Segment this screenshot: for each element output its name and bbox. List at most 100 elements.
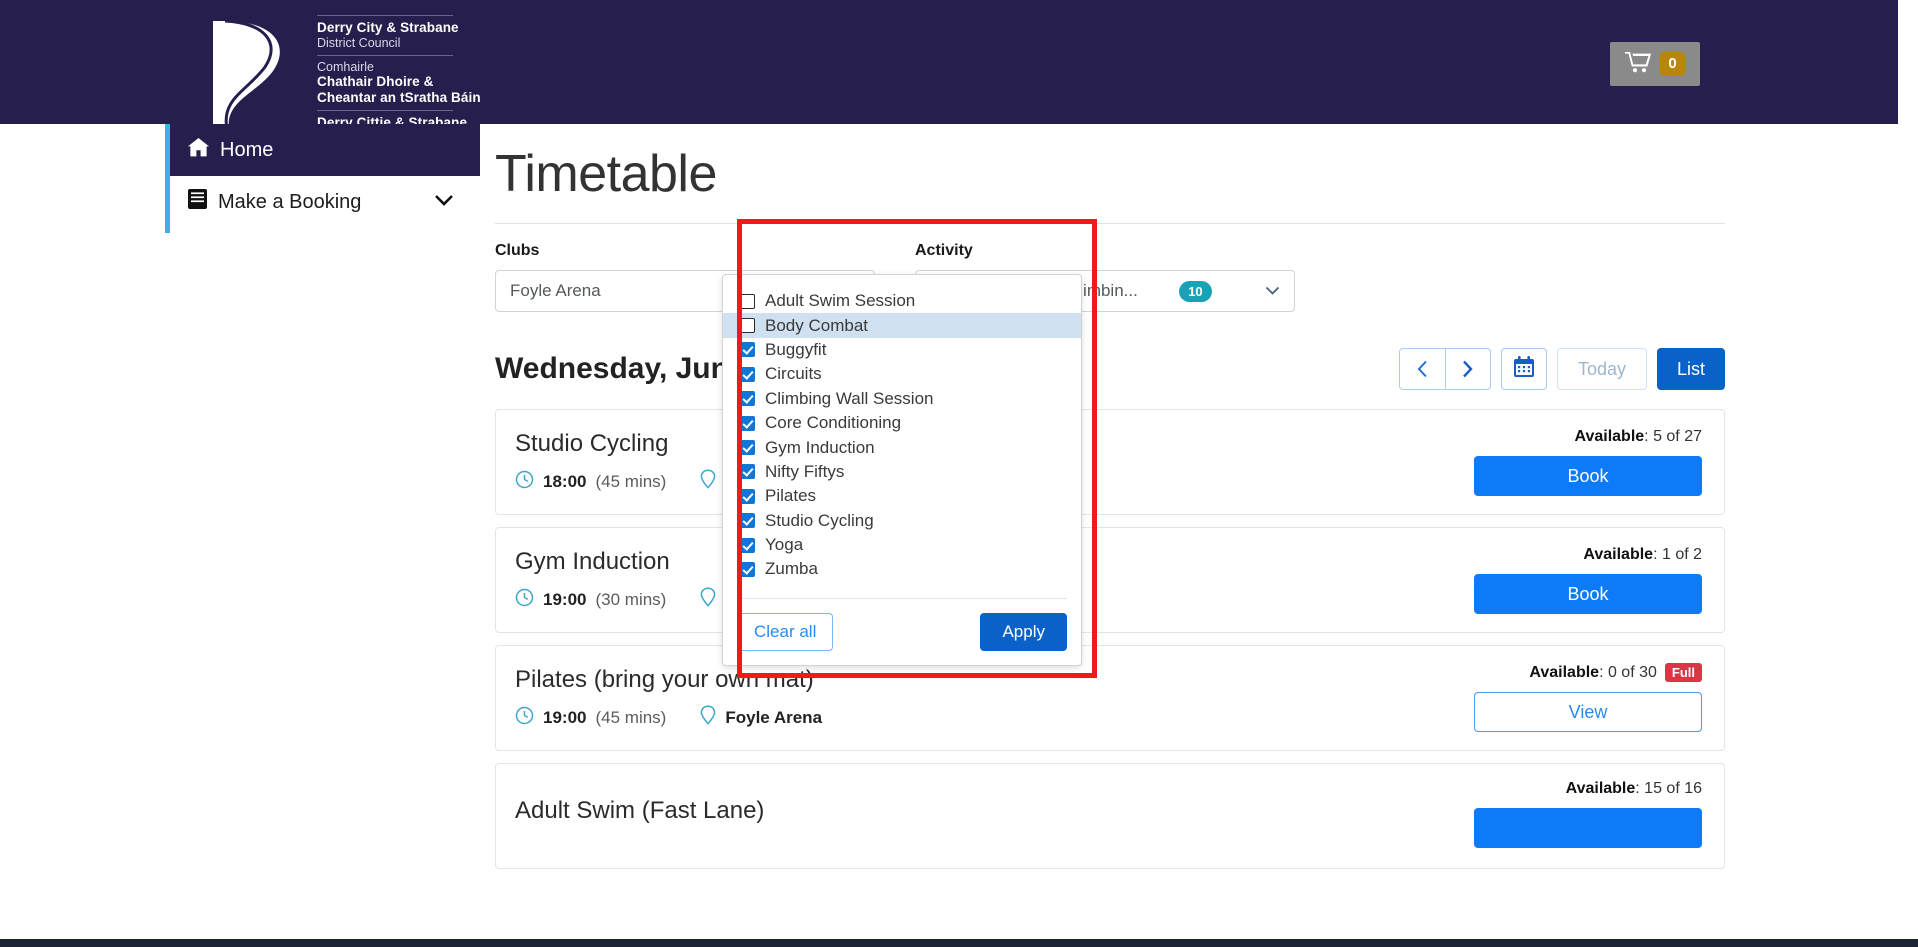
- activity-option[interactable]: Adult Swim Session: [723, 289, 1081, 313]
- availability-colon: :: [1599, 664, 1608, 681]
- activity-option[interactable]: Core Conditioning: [723, 411, 1081, 435]
- availability-colon: :: [1635, 779, 1645, 797]
- checkbox-icon[interactable]: [740, 488, 755, 504]
- activity-option-label: Adult Swim Session: [765, 291, 916, 311]
- next-day-button[interactable]: [1444, 348, 1491, 390]
- header-right-filler: [1898, 0, 1918, 124]
- activity-option-label: Core Conditioning: [765, 413, 902, 433]
- session-time-value: 18:00: [543, 471, 587, 491]
- date-navigation-row: Wednesday, June 28th 20 Today List: [495, 345, 1725, 393]
- previous-day-button[interactable]: [1398, 348, 1445, 390]
- chevron-down-icon: [1265, 283, 1280, 300]
- availability-colon: :: [1653, 546, 1662, 563]
- date-controls: Today List: [1398, 348, 1725, 390]
- sidebar-item-home[interactable]: Home: [165, 124, 480, 176]
- location-pin-icon: [700, 469, 716, 494]
- logo-line2-small: Comhairle: [317, 59, 374, 74]
- location-pin-icon: [700, 587, 716, 612]
- activity-option-label: Gym Induction: [765, 437, 875, 457]
- session-duration: (30 mins): [595, 589, 667, 609]
- sidebar-item-make-a-booking[interactable]: Make a Booking: [165, 176, 480, 228]
- availability-text: Available: 1 of 2: [1470, 546, 1702, 564]
- clear-all-button[interactable]: Clear all: [737, 612, 834, 651]
- checkbox-icon[interactable]: [740, 464, 755, 480]
- activity-option[interactable]: Circuits: [723, 362, 1081, 386]
- chevron-down-icon[interactable]: [434, 192, 454, 212]
- date-pager: [1398, 348, 1491, 390]
- availability-value: 15 of 16: [1644, 779, 1702, 797]
- activity-option[interactable]: Nifty Fiftys: [723, 460, 1081, 484]
- activity-option[interactable]: Pilates: [723, 484, 1081, 508]
- logo-rule-mid: [317, 54, 453, 56]
- checkbox-icon[interactable]: [740, 366, 755, 382]
- checkbox-icon[interactable]: [740, 342, 755, 358]
- checkbox-icon[interactable]: [740, 391, 755, 407]
- session-card[interactable]: Pilates (bring your own mat) 19:00 (45 m…: [495, 645, 1725, 751]
- view-button[interactable]: View: [1474, 692, 1702, 732]
- activity-option[interactable]: Gym Induction: [723, 435, 1081, 459]
- calendar-picker-button[interactable]: [1500, 348, 1547, 390]
- activity-option-label: Body Combat: [765, 315, 868, 335]
- logo-rule-top: [317, 15, 453, 16]
- home-icon: [188, 137, 209, 163]
- session-card[interactable]: Gym Induction 19:00 (30 mins) Available:…: [495, 527, 1725, 633]
- availability-value: 0 of 30: [1607, 664, 1657, 681]
- session-card[interactable]: Studio Cycling 18:00 (45 mins) Available…: [495, 409, 1725, 515]
- availability-value: 1 of 2: [1661, 546, 1702, 563]
- book-button[interactable]: Book: [1474, 574, 1702, 614]
- session-time-value: 19:00: [543, 707, 587, 727]
- clock-icon: [515, 706, 534, 730]
- list-view-button[interactable]: List: [1656, 348, 1725, 390]
- activity-dropdown-footer: Clear all Apply: [737, 597, 1067, 665]
- filter-row: Clubs Foyle Arena Activity Buggyfit, Cir…: [495, 242, 1725, 312]
- cart-button[interactable]: 0: [1610, 42, 1700, 86]
- status-badge-full: Full: [1664, 663, 1702, 682]
- checkbox-icon[interactable]: [740, 513, 755, 529]
- session-venue: Foyle Arena: [700, 705, 822, 730]
- availability-label: Available: [1583, 546, 1654, 563]
- sidebar-accent-bar: [165, 124, 170, 233]
- activity-option[interactable]: Zumba: [723, 557, 1081, 581]
- activity-option-label: Climbing Wall Session: [765, 388, 934, 408]
- activity-option[interactable]: Climbing Wall Session: [723, 387, 1081, 411]
- checkbox-icon[interactable]: [740, 440, 755, 456]
- activity-option[interactable]: Body Combat: [723, 313, 1081, 338]
- left-white-gutter: [0, 124, 165, 939]
- book-button[interactable]: [1474, 807, 1702, 848]
- activity-option[interactable]: Yoga: [723, 533, 1081, 557]
- clock-icon: [515, 470, 534, 494]
- session-meta: 19:00 (45 mins) Foyle Arena: [515, 705, 822, 730]
- clubs-select-value: Foyle Arena: [510, 281, 601, 300]
- sidebar-item-make-a-booking-label: Make a Booking: [218, 190, 362, 213]
- session-actions: Available: 5 of 27 Book: [1470, 428, 1702, 496]
- today-button[interactable]: Today: [1556, 348, 1647, 390]
- timetable-page: Derry City & Strabane District Council C…: [0, 0, 1918, 947]
- activity-option[interactable]: Studio Cycling: [723, 509, 1081, 533]
- logo-line1-sub: District Council: [317, 35, 401, 50]
- availability-label: Available: [1529, 664, 1600, 681]
- book-button[interactable]: Book: [1474, 456, 1702, 496]
- session-time: 18:00 (45 mins): [515, 470, 666, 494]
- logo-line2-bold-a: Chathair Dhoire &: [317, 74, 434, 90]
- page-title: Timetable: [495, 145, 717, 203]
- site-header: Derry City & Strabane District Council C…: [0, 0, 1898, 145]
- checkbox-icon[interactable]: [740, 318, 755, 334]
- checkbox-icon[interactable]: [740, 561, 755, 577]
- session-duration: (45 mins): [595, 471, 667, 491]
- checkbox-icon[interactable]: [740, 537, 755, 553]
- council-logo-mark: [195, 19, 303, 131]
- calendar-icon: [1513, 355, 1535, 383]
- session-actions: Available: 1 of 2 Book: [1470, 546, 1702, 614]
- activity-option-label: Zumba: [765, 559, 818, 579]
- apply-button[interactable]: Apply: [980, 612, 1067, 651]
- sidebar-nav: Home Make a Booking: [165, 124, 480, 233]
- activity-option[interactable]: Buggyfit: [723, 338, 1081, 362]
- book-icon: [188, 189, 207, 215]
- clock-icon: [515, 588, 534, 612]
- activity-option-label: Studio Cycling: [765, 510, 874, 530]
- availability-text: Available: 15 of 16: [1470, 780, 1702, 798]
- checkbox-icon[interactable]: [740, 415, 755, 431]
- session-list: Studio Cycling 18:00 (45 mins) Available…: [495, 409, 1725, 869]
- checkbox-icon[interactable]: [740, 293, 755, 309]
- session-card[interactable]: Adult Swim (Fast Lane) Available: 15 of …: [495, 763, 1725, 869]
